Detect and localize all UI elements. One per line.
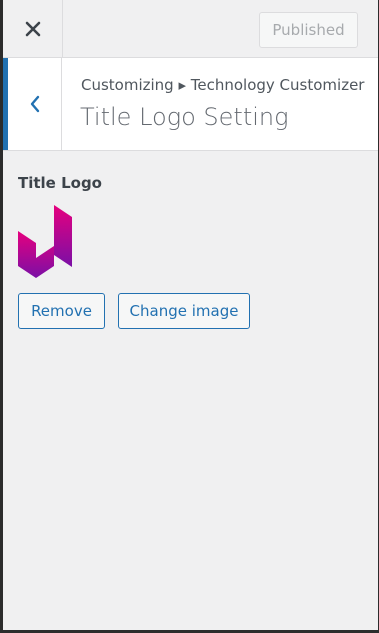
chevron-left-icon bbox=[30, 95, 39, 113]
close-button[interactable] bbox=[3, 0, 63, 57]
change-image-button[interactable]: Change image bbox=[118, 293, 250, 329]
title-logo-image bbox=[18, 205, 72, 278]
back-button[interactable] bbox=[3, 58, 62, 150]
breadcrumb: Customizing ▸ Technology Customizer bbox=[81, 76, 365, 94]
publish-button[interactable]: Published bbox=[259, 12, 358, 48]
section-header: Customizing ▸ Technology Customizer Titl… bbox=[3, 58, 378, 151]
close-icon bbox=[25, 21, 40, 36]
control-label: Title Logo bbox=[18, 174, 102, 192]
customizer-header: Published bbox=[3, 0, 378, 58]
remove-button[interactable]: Remove bbox=[18, 293, 105, 329]
section-title: Title Logo Setting bbox=[80, 103, 289, 131]
